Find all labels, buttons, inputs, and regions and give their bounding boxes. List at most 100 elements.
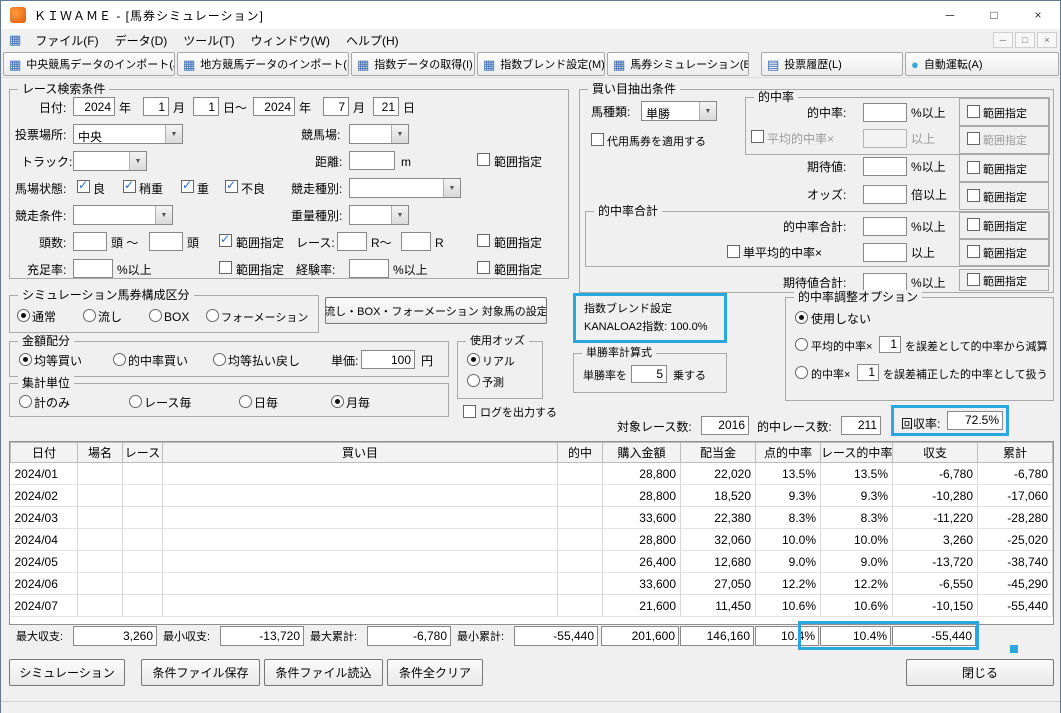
date-to-day-input[interactable] (373, 97, 399, 116)
close-dialog-button[interactable]: 閉じる (906, 659, 1054, 686)
menu-help[interactable]: ヘルプ(H) (338, 30, 407, 51)
col-payout[interactable]: 配当金 (680, 442, 756, 463)
date-from-day-input[interactable] (193, 97, 219, 116)
course-combo[interactable]: ▼ (349, 124, 409, 144)
venue-combo[interactable]: 中央 ▼ (73, 124, 183, 144)
single-avg-range-checkbox[interactable] (967, 245, 980, 258)
expected-total-range-checkbox[interactable] (967, 273, 980, 286)
odds-real-radio[interactable] (467, 353, 480, 366)
surface-good-checkbox[interactable]: ✓ (77, 178, 90, 193)
distance-range-checkbox[interactable] (477, 153, 490, 166)
amount-hitrate-radio[interactable] (113, 353, 126, 366)
amount-equal-payout-radio[interactable] (213, 353, 226, 366)
odds-range-checkbox[interactable] (967, 189, 980, 202)
date-to-year-input[interactable] (253, 97, 295, 116)
odds-predict-radio[interactable] (467, 374, 480, 387)
col-balance[interactable]: 収支 (892, 442, 978, 463)
avg-hit-checkbox[interactable] (751, 130, 764, 143)
toolbar-auto-run-button[interactable]: ● 自動運転(A) (905, 52, 1059, 76)
toolbar-index-blend-button[interactable]: ▦ 指数ブレンド設定(M) (477, 52, 605, 76)
menu-tools[interactable]: ツール(T) (175, 30, 242, 51)
fill-rate-input[interactable] (73, 259, 113, 278)
heads-range-checkbox[interactable]: ✓ (219, 232, 232, 247)
experience-rate-range-checkbox[interactable] (477, 261, 490, 274)
agg-race-radio[interactable] (129, 395, 142, 408)
mdi-close-icon[interactable]: × (1037, 32, 1057, 48)
col-venue[interactable]: 場名 (77, 442, 123, 463)
expected-range-checkbox[interactable] (967, 161, 980, 174)
toolbar-central-import-button[interactable]: ▦ 中央競馬データのインポート(J) (3, 52, 175, 76)
close-icon[interactable]: × (1016, 1, 1060, 29)
fill-rate-range-checkbox[interactable] (219, 261, 232, 274)
menu-file[interactable]: ファイル(F) (27, 30, 106, 51)
table-row[interactable]: 2024/06 33,600 27,050 12.2% 12.2% -6,550 -45,2… (10, 572, 1053, 595)
track-combo[interactable]: ▼ (73, 151, 147, 171)
weight-type-combo[interactable]: ▼ (349, 205, 409, 225)
amount-equal-radio[interactable] (19, 353, 32, 366)
menu-data[interactable]: データ(D) (107, 30, 176, 51)
table-row[interactable]: 2024/03 33,600 22,380 8.3% 8.3% -11,220 -28,28… (10, 506, 1053, 529)
col-hit[interactable]: 的中 (557, 442, 603, 463)
log-output-checkbox[interactable] (463, 405, 476, 418)
toolbar-bet-simulation-button[interactable]: ▦ 馬券シミュレーション(B) (607, 52, 749, 76)
adjust-avg-input[interactable] (879, 336, 901, 353)
clear-condition-button[interactable]: 条件全クリア (387, 659, 483, 686)
surface-bad-checkbox[interactable]: ✓ (225, 178, 238, 193)
toolbar-vote-history-button[interactable]: ▤ 投票履歴(L) (761, 52, 903, 76)
hit-total-input[interactable] (863, 217, 907, 236)
sim-box-radio[interactable] (149, 309, 162, 322)
table-row[interactable]: 2024/05 26,400 12,680 9.0% 9.0% -13,720 -38,74… (10, 550, 1053, 573)
col-total[interactable]: 累計 (977, 442, 1053, 463)
toolbar-index-fetch-button[interactable]: ▦ 指数データの取得(I) (351, 52, 475, 76)
agg-month-radio[interactable] (331, 395, 344, 408)
surface-slightly-heavy-checkbox[interactable]: ✓ (123, 178, 136, 193)
substitute-bet-checkbox[interactable] (591, 133, 604, 146)
race-type-combo[interactable]: ▼ (349, 178, 461, 198)
table-row[interactable]: 2024/01 28,800 22,020 13.5% 13.5% -6,780 -6,78… (10, 462, 1053, 485)
adjust-none-radio[interactable] (795, 311, 808, 324)
table-row[interactable]: 2024/04 28,800 32,060 10.0% 10.0% 3,260 -25,02… (10, 528, 1053, 551)
hit-total-range-checkbox[interactable] (967, 218, 980, 231)
hit-rate-range-checkbox[interactable] (967, 105, 980, 118)
race-no-from-input[interactable] (337, 232, 367, 251)
bet-type-combo[interactable]: 単勝 ▼ (641, 101, 717, 121)
col-race[interactable]: レース (122, 442, 163, 463)
date-from-month-input[interactable] (143, 97, 169, 116)
mdi-minimize-icon[interactable]: ─ (993, 32, 1013, 48)
maximize-icon[interactable]: □ (972, 1, 1016, 29)
col-date[interactable]: 日付 (10, 442, 78, 463)
date-from-year-input[interactable] (73, 97, 115, 116)
experience-rate-input[interactable] (349, 259, 389, 278)
single-avg-input[interactable] (863, 243, 907, 262)
sim-formation-radio[interactable] (206, 309, 219, 322)
adjust-avg-radio[interactable] (795, 338, 808, 351)
date-to-month-input[interactable] (323, 97, 349, 116)
expected-value-input[interactable] (863, 157, 907, 176)
toolbar-local-import-button[interactable]: ▦ 地方競馬データのインポート(N) (177, 52, 349, 76)
hit-rate-input[interactable] (863, 103, 907, 122)
table-row[interactable]: 2024/07 21,600 11,450 10.6% 10.6% -10,150 -55,… (10, 594, 1053, 617)
odds-input[interactable] (863, 185, 907, 204)
distance-input[interactable] (349, 151, 395, 170)
minimize-icon[interactable]: ─ (928, 1, 972, 29)
load-condition-button[interactable]: 条件ファイル読込 (264, 659, 383, 686)
race-no-to-input[interactable] (401, 232, 431, 251)
sim-normal-radio[interactable] (17, 309, 30, 322)
simulation-button[interactable]: シミュレーション (9, 659, 125, 686)
race-no-range-checkbox[interactable] (477, 234, 490, 247)
save-condition-button[interactable]: 条件ファイル保存 (141, 659, 260, 686)
heads-max-input[interactable] (149, 232, 183, 251)
col-bet[interactable]: 買い目 (162, 442, 558, 463)
col-point-rate[interactable]: 点的中率 (755, 442, 821, 463)
avg-hit-range-checkbox[interactable] (967, 132, 980, 145)
table-row[interactable]: 2024/02 28,800 18,520 9.3% 9.3% -10,280 -17,06… (10, 484, 1053, 507)
surface-heavy-checkbox[interactable]: ✓ (181, 178, 194, 193)
target-horse-settings-button[interactable]: 流し・BOX・フォーメーション 対象馬の設定 (325, 297, 547, 324)
agg-day-radio[interactable] (239, 395, 252, 408)
adjust-hit-radio[interactable] (795, 366, 808, 379)
adjust-hit-input[interactable] (857, 364, 879, 381)
avg-hit-input[interactable] (863, 129, 907, 148)
col-race-rate[interactable]: レース的中率 (820, 442, 893, 463)
menu-window[interactable]: ウィンドウ(W) (243, 30, 338, 51)
agg-total-radio[interactable] (19, 395, 32, 408)
